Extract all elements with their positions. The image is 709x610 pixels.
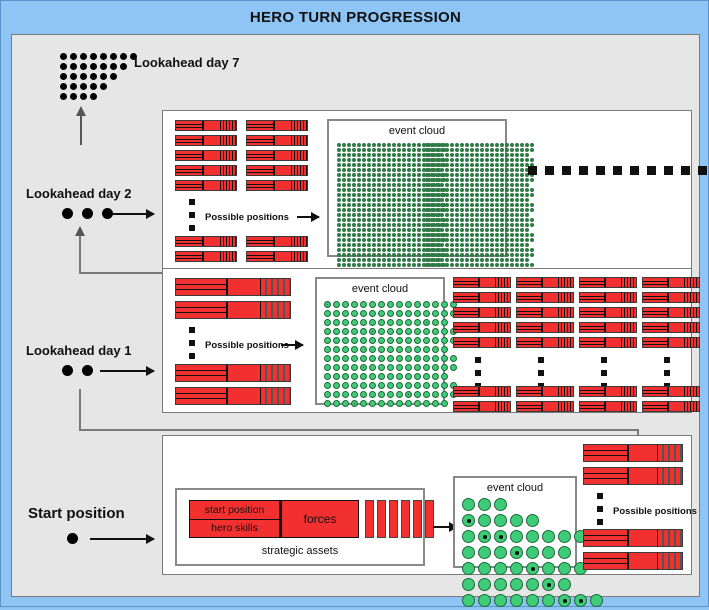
hero-bar <box>175 278 291 296</box>
hero-bar <box>583 552 683 570</box>
lookahead-day-2-dots <box>62 208 113 219</box>
hero-bar <box>583 467 683 485</box>
event-cloud-day1: event cloud <box>315 277 457 407</box>
hero-bar <box>175 387 291 405</box>
hero-bar <box>175 236 237 247</box>
hero-bar <box>246 135 308 146</box>
event-cloud-dot-field <box>425 143 535 278</box>
arrow-to-day2-panel <box>112 209 155 219</box>
hero-bar <box>516 277 574 288</box>
hero-bar <box>579 401 637 412</box>
start-position-dots <box>67 533 78 544</box>
hero-bar <box>175 301 291 319</box>
panel-lookahead-day-2: Possible positions event cloud <box>162 110 707 277</box>
hero-bar <box>516 322 574 333</box>
diagram-board: Lookahead day 7 Lookahead day 2 Possible… <box>11 34 707 607</box>
hero-bar <box>246 180 308 191</box>
event-cloud-label: event cloud <box>351 283 409 295</box>
connector-day1-day2-vertical <box>79 232 81 274</box>
stage-label-lookahead-day-2: Lookahead day 2 <box>26 186 132 201</box>
hero-bar <box>175 150 237 161</box>
stage-label-lookahead-day-1: Lookahead day 1 <box>26 343 132 358</box>
hero-bar <box>453 322 511 333</box>
event-cloud-day2: event cloud <box>327 119 534 277</box>
hero-bar <box>642 277 700 288</box>
hero-bar <box>579 386 637 397</box>
ellipsis-horizontal <box>528 166 709 175</box>
lookahead-day-1-dots <box>62 365 93 376</box>
hero-bar <box>579 322 637 333</box>
hero-bar <box>175 180 237 191</box>
hero-bar <box>175 251 237 262</box>
arrow-positions-to-cloud-day1 <box>281 340 304 350</box>
diagram-frame: HERO TURN PROGRESSION Lookahead day 7 Lo… <box>0 0 709 607</box>
stage-label-start-position: Start position <box>28 505 125 522</box>
hero-bar <box>246 150 308 161</box>
hero-bar <box>453 292 511 303</box>
page-title: HERO TURN PROGRESSION <box>249 9 462 26</box>
connector-start-day1-vertical <box>79 389 81 431</box>
hero-bar <box>516 292 574 303</box>
hero-bar <box>642 401 700 412</box>
hero-bar <box>453 277 511 288</box>
hero-bar <box>642 386 700 397</box>
hero-bar <box>246 165 308 176</box>
possible-positions-label-start: Possible positions <box>613 506 697 517</box>
ellipsis-vertical <box>597 493 603 532</box>
hero-bar <box>583 529 683 547</box>
ellipsis-vertical <box>189 327 195 366</box>
strategic-assets-stack: start position hero skills forces <box>189 500 359 538</box>
hero-bar <box>516 401 574 412</box>
hero-bar <box>642 322 700 333</box>
hero-bar <box>175 135 237 146</box>
asset-cell-forces: forces <box>282 501 358 537</box>
hero-bar <box>246 120 308 131</box>
possible-positions-label-day2: Possible positions <box>205 212 289 223</box>
strategic-assets-label: strategic assets <box>261 545 339 557</box>
hero-bar <box>579 307 637 318</box>
possible-positions-label-day1: Possible positions <box>205 340 289 351</box>
hero-bar <box>642 292 700 303</box>
hero-bar <box>453 307 511 318</box>
hero-bar <box>516 307 574 318</box>
hero-bar <box>579 277 637 288</box>
hero-bar <box>175 165 237 176</box>
panel-lookahead-day-1: Possible positions event cloud <box>162 268 700 413</box>
hero-bar <box>642 337 700 348</box>
stage-label-lookahead-day-7: Lookahead day 7 <box>134 55 240 70</box>
connector-start-day1-horizontal <box>79 429 639 431</box>
arrow-to-day1-panel <box>100 366 155 376</box>
event-cloud-start: event cloud <box>453 476 603 607</box>
hero-bar <box>642 307 700 318</box>
strategic-assets-box: start position hero skills forces strate… <box>175 488 434 566</box>
event-cloud-label: event cloud <box>388 125 446 137</box>
panel-start-position: start position hero skills forces strate… <box>162 435 697 607</box>
hero-bar <box>175 364 291 382</box>
arrow-positions-to-cloud-day2 <box>297 212 320 222</box>
hero-bar <box>453 401 511 412</box>
hero-bar <box>246 251 308 262</box>
hero-bar <box>516 337 574 348</box>
event-cloud-label: event cloud <box>486 482 544 494</box>
hero-bar <box>246 236 308 247</box>
ellipsis-vertical <box>189 199 195 238</box>
force-bar-group <box>365 500 434 538</box>
hero-bar <box>579 337 637 348</box>
hero-bar <box>175 120 237 131</box>
arrow-day2-to-day7 <box>76 106 86 145</box>
lookahead-day-7-dot-cluster <box>60 53 137 103</box>
arrow-to-start-panel <box>90 534 155 544</box>
hero-bar <box>583 444 683 462</box>
hero-bar <box>453 386 511 397</box>
hero-bar <box>516 386 574 397</box>
asset-cell-start-position: start position <box>190 501 279 520</box>
event-cloud-dot-field <box>324 301 459 409</box>
asset-cell-hero-skills: hero skills <box>190 519 279 537</box>
hero-bar <box>579 292 637 303</box>
hero-bar <box>453 337 511 348</box>
